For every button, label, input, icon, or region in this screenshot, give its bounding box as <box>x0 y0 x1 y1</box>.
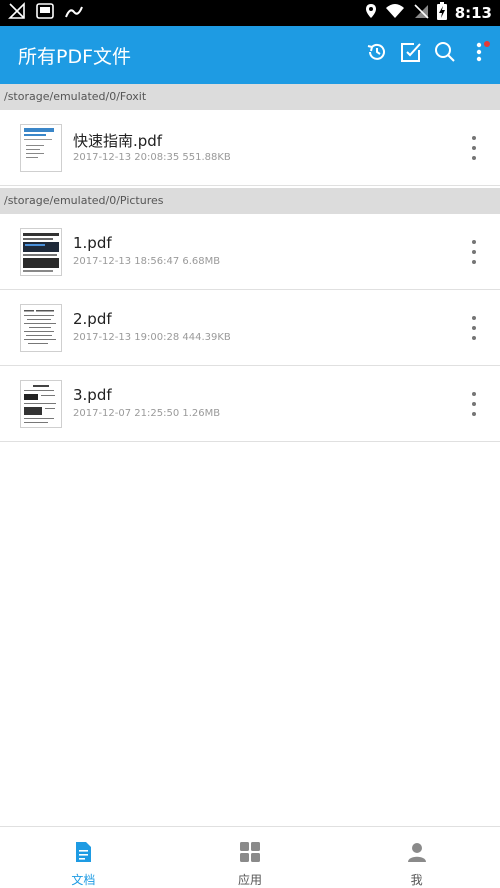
dot <box>472 316 476 320</box>
file-meta: 2017-12-07 21:25:50 1.26MB <box>73 408 221 419</box>
dot <box>472 392 476 396</box>
pdf-thumbnail <box>20 304 62 352</box>
status-left-icons <box>8 2 84 24</box>
dot <box>472 412 476 416</box>
dot <box>472 250 476 254</box>
more-vert-icon <box>476 41 482 67</box>
search-icon <box>434 41 456 67</box>
dot <box>472 240 476 244</box>
location-icon <box>365 3 377 23</box>
nav-tab-apps[interactable]: 应用 <box>167 827 334 888</box>
file-name: 3.pdf <box>73 386 112 404</box>
pdf-thumbnail <box>20 228 62 276</box>
file-more-button[interactable] <box>466 392 482 416</box>
nav-tab-label: 文档 <box>71 873 96 887</box>
more-options-button[interactable] <box>468 41 490 67</box>
dot <box>472 136 476 140</box>
file-meta: 2017-12-13 19:00:28 444.39KB <box>73 332 231 343</box>
status-right-icons: 8:13 <box>365 2 492 24</box>
page-title: 所有PDF文件 <box>18 46 132 68</box>
person-icon <box>406 841 428 867</box>
nav-tab-label: 应用 <box>238 873 263 887</box>
bottom-navigation: 文档 应用 我 <box>0 826 500 888</box>
app-bar: 所有PDF文件 <box>0 26 500 84</box>
nav-tab-documents[interactable]: 文档 <box>0 827 167 888</box>
select-icon <box>400 41 422 67</box>
file-name: 1.pdf <box>73 234 112 252</box>
screenshot-icon <box>36 3 54 23</box>
nav-tab-me[interactable]: 我 <box>333 827 500 888</box>
file-more-button[interactable] <box>466 240 482 264</box>
file-name: 2.pdf <box>73 310 112 328</box>
section-header: /storage/emulated/0/Pictures <box>0 188 500 214</box>
status-time: 8:13 <box>454 4 492 22</box>
apps-grid-icon <box>239 841 261 867</box>
file-item[interactable]: 快速指南.pdf 2017-12-13 20:08:35 551.88KB <box>0 110 500 186</box>
status-bar: 8:13 <box>0 0 500 26</box>
file-item[interactable]: 1.pdf 2017-12-13 18:56:47 6.68MB <box>0 214 500 290</box>
section-header: /storage/emulated/0/Foxit <box>0 84 500 110</box>
select-button[interactable] <box>400 41 422 67</box>
section-path: /storage/emulated/0/Pictures <box>4 194 164 207</box>
no-sim-icon <box>413 3 429 23</box>
dot <box>472 326 476 330</box>
battery-charging-icon <box>436 2 447 24</box>
no-signal-icon <box>8 2 26 24</box>
dot <box>472 336 476 340</box>
history-icon <box>366 41 388 67</box>
nav-tab-label: 我 <box>410 873 423 887</box>
pdf-thumbnail <box>20 380 62 428</box>
file-name: 快速指南.pdf <box>73 132 163 150</box>
file-meta: 2017-12-13 20:08:35 551.88KB <box>73 152 231 163</box>
file-more-button[interactable] <box>466 136 482 160</box>
search-button[interactable] <box>434 41 456 67</box>
app-bar-actions <box>366 41 490 67</box>
notification-badge <box>484 41 490 47</box>
document-icon <box>73 841 93 867</box>
dot <box>472 260 476 264</box>
cast-icon <box>64 4 84 23</box>
pdf-thumbnail <box>20 124 62 172</box>
file-item[interactable]: 2.pdf 2017-12-13 19:00:28 444.39KB <box>0 290 500 366</box>
dot <box>472 402 476 406</box>
dot <box>472 146 476 150</box>
history-button[interactable] <box>366 41 388 67</box>
file-meta: 2017-12-13 18:56:47 6.68MB <box>73 256 221 267</box>
file-item[interactable]: 3.pdf 2017-12-07 21:25:50 1.26MB <box>0 366 500 442</box>
file-more-button[interactable] <box>466 316 482 340</box>
section-path: /storage/emulated/0/Foxit <box>4 90 147 103</box>
wifi-icon <box>385 3 405 23</box>
dot <box>472 156 476 160</box>
